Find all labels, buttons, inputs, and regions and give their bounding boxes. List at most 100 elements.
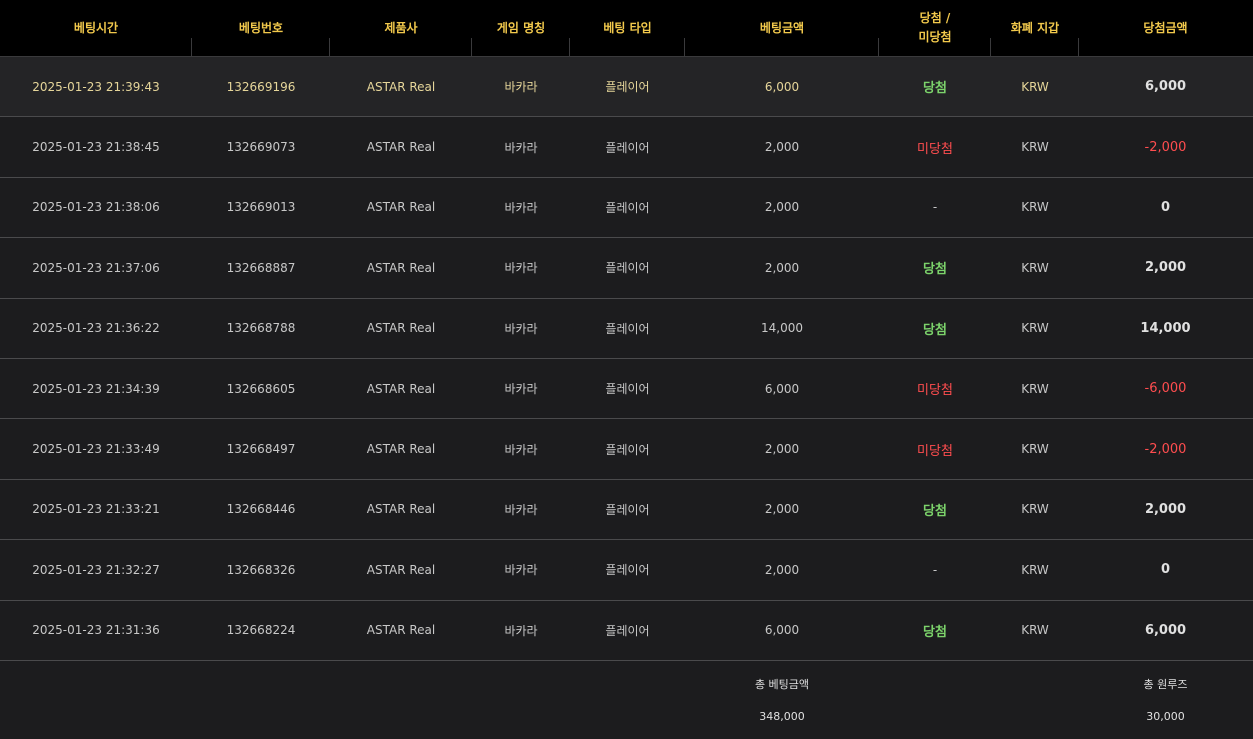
table-row[interactable]: 2025-01-23 21:36:22 132668788 ASTAR Real 바카… — [0, 298, 1253, 359]
total-bet: 총 베팅금액 348,000 — [685, 661, 879, 739]
table-row[interactable]: 2025-01-23 21:33:21 132668446 ASTAR Real 바카… — [0, 479, 1253, 541]
cell-game-name: 바카라 — [504, 321, 538, 336]
cell-result: 미당첨 — [917, 141, 953, 157]
table-footer: 총 베팅금액 348,000 총 원루즈 30,000 — [0, 661, 1253, 739]
cell-vendor: ASTAR Real — [366, 502, 436, 517]
cell-bet-id: 132668788 — [226, 321, 296, 336]
cell-bet-time: 2025-01-23 21:32:27 — [32, 562, 160, 577]
cell-bet-amount: 2,000 — [764, 140, 800, 155]
cell-bet-type: 플레이어 — [605, 140, 650, 155]
cell-vendor: ASTAR Real — [366, 79, 436, 94]
cell-bet-id: 132669013 — [226, 200, 296, 215]
header-bet-amount[interactable]: 베팅금액 — [685, 0, 879, 56]
cell-bet-time: 2025-01-23 21:37:06 — [32, 260, 160, 275]
cell-game-name: 바카라 — [504, 623, 538, 638]
cell-bet-time: 2025-01-23 21:38:45 — [32, 140, 160, 155]
header-vendor[interactable]: 제품사 — [330, 0, 472, 56]
cell-bet-amount: 2,000 — [764, 200, 800, 215]
cell-bet-type: 플레이어 — [605, 261, 650, 276]
cell-bet-type: 플레이어 — [605, 442, 650, 457]
cell-bet-id: 132668497 — [226, 442, 296, 457]
cell-result: - — [932, 562, 938, 577]
cell-bet-id: 132668326 — [226, 562, 296, 577]
cell-currency: KRW — [1021, 623, 1049, 638]
cell-game-name: 바카라 — [504, 442, 538, 457]
table-row[interactable]: 2025-01-23 21:31:36 132668224 ASTAR Real 바카… — [0, 600, 1253, 661]
cell-currency: KRW — [1021, 200, 1049, 215]
cell-game-name: 바카라 — [504, 140, 538, 155]
cell-result: 당첨 — [923, 503, 947, 519]
total-rolling-label: 총 원루즈 — [1143, 678, 1188, 692]
cell-game-name: 바카라 — [504, 502, 538, 517]
cell-bet-id: 132668605 — [226, 381, 296, 396]
cell-vendor: ASTAR Real — [366, 562, 436, 577]
cell-bet-amount: 2,000 — [764, 562, 800, 577]
cell-bet-amount: 2,000 — [764, 442, 800, 457]
cell-vendor: ASTAR Real — [366, 321, 436, 336]
cell-currency: KRW — [1021, 502, 1049, 517]
cell-currency: KRW — [1021, 321, 1049, 336]
cell-currency: KRW — [1021, 79, 1049, 94]
cell-win-amount: 0 — [1160, 199, 1171, 215]
header-currency[interactable]: 화폐 지갑 — [991, 0, 1079, 56]
cell-bet-amount: 14,000 — [761, 321, 803, 336]
cell-bet-amount: 2,000 — [764, 260, 800, 275]
cell-result: - — [932, 200, 938, 215]
cell-currency: KRW — [1021, 260, 1049, 275]
cell-vendor: ASTAR Real — [366, 260, 436, 275]
cell-game-name: 바카라 — [504, 80, 538, 95]
cell-bet-time: 2025-01-23 21:36:22 — [32, 321, 160, 336]
table-row[interactable]: 2025-01-23 21:32:27 132668326 ASTAR Real 바카… — [0, 540, 1253, 601]
header-bet-type[interactable]: 베팅 타입 — [570, 0, 685, 56]
header-game-name[interactable]: 게임 명칭 — [472, 0, 570, 56]
cell-game-name: 바카라 — [504, 261, 538, 276]
cell-bet-id: 132668224 — [226, 623, 296, 638]
table-row[interactable]: 2025-01-23 21:38:45 132669073 ASTAR Real 바카… — [0, 117, 1253, 178]
cell-win-amount: -2,000 — [1144, 139, 1187, 155]
cell-vendor: ASTAR Real — [366, 140, 436, 155]
header-bet-time[interactable]: 베팅시간 — [0, 0, 192, 56]
table-row[interactable]: 2025-01-23 21:34:39 132668605 ASTAR Real 바카… — [0, 358, 1253, 420]
cell-currency: KRW — [1021, 140, 1049, 155]
cell-bet-id: 132669073 — [226, 140, 296, 155]
cell-win-amount: 6,000 — [1144, 622, 1187, 638]
table-row[interactable]: 2025-01-23 21:38:06 132669013 ASTAR Real 바카… — [0, 177, 1253, 239]
cell-currency: KRW — [1021, 442, 1049, 457]
cell-vendor: ASTAR Real — [366, 623, 436, 638]
cell-currency: KRW — [1021, 381, 1049, 396]
cell-result: 당첨 — [923, 322, 947, 338]
cell-bet-type: 플레이어 — [605, 502, 650, 517]
cell-bet-id: 132668446 — [226, 502, 296, 517]
cell-win-amount: 0 — [1160, 562, 1171, 578]
header-result[interactable]: 당첨 / 미당첨 — [879, 0, 991, 56]
table-header: 베팅시간 베팅번호 제품사 게임 명칭 베팅 타입 베팅금액 당첨 / 미당첨 … — [0, 0, 1253, 57]
cell-vendor: ASTAR Real — [366, 381, 436, 396]
cell-win-amount: 6,000 — [1144, 79, 1187, 95]
cell-bet-amount: 6,000 — [764, 381, 800, 396]
cell-bet-time: 2025-01-23 21:33:49 — [32, 442, 160, 457]
table-row[interactable]: 2025-01-23 21:33:49 132668497 ASTAR Real 바카… — [0, 419, 1253, 480]
cell-bet-time: 2025-01-23 21:39:43 — [32, 79, 160, 94]
cell-bet-type: 플레이어 — [605, 382, 650, 397]
cell-bet-type: 플레이어 — [605, 200, 650, 215]
cell-bet-type: 플레이어 — [605, 623, 650, 638]
cell-result: 미당첨 — [917, 443, 953, 459]
table-row[interactable]: 2025-01-23 21:37:06 132668887 ASTAR Real 바카… — [0, 238, 1253, 299]
cell-game-name: 바카라 — [504, 200, 538, 215]
cell-bet-type: 플레이어 — [605, 321, 650, 336]
cell-result: 당첨 — [923, 624, 947, 640]
header-bet-id[interactable]: 베팅번호 — [192, 0, 330, 56]
header-win-amount[interactable]: 당첨금액 — [1079, 0, 1252, 56]
cell-win-amount: 2,000 — [1144, 501, 1187, 517]
cell-currency: KRW — [1021, 562, 1049, 577]
cell-result: 미당첨 — [917, 383, 953, 399]
cell-win-amount: -6,000 — [1144, 381, 1187, 397]
cell-game-name: 바카라 — [504, 563, 538, 578]
cell-bet-id: 132668887 — [226, 260, 296, 275]
cell-bet-time: 2025-01-23 21:38:06 — [32, 200, 160, 215]
cell-bet-time: 2025-01-23 21:33:21 — [32, 502, 160, 517]
cell-vendor: ASTAR Real — [366, 442, 436, 457]
cell-bet-amount: 2,000 — [764, 502, 800, 517]
cell-bet-amount: 6,000 — [764, 79, 800, 94]
table-row[interactable]: 2025-01-23 21:39:43 132669196 ASTAR Real 바카… — [0, 57, 1253, 118]
